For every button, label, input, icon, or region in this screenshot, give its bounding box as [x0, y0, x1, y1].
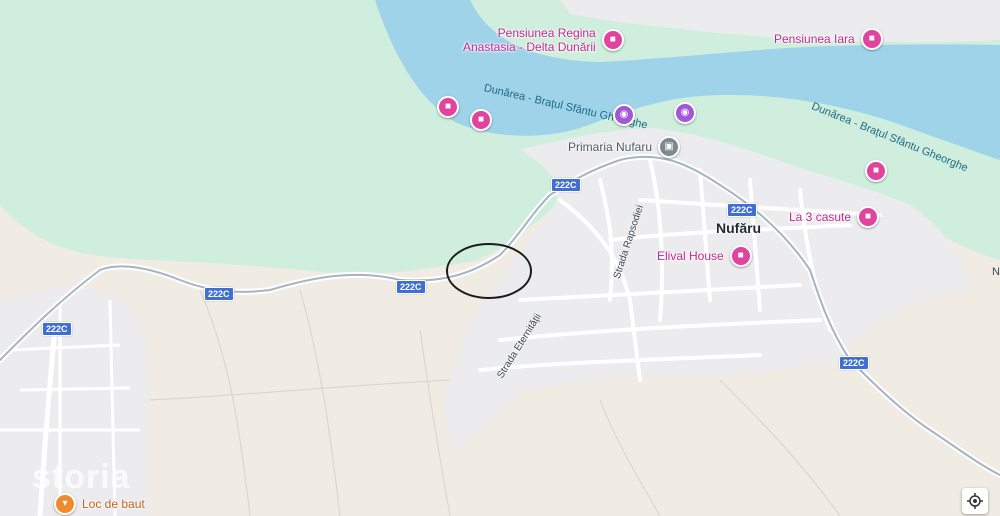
road-shield-222c: 222C — [396, 280, 426, 294]
map-canvas[interactable] — [0, 0, 1000, 516]
poi-label: Pensiunea Iara — [774, 32, 855, 46]
road-shield-222c: 222C — [551, 178, 581, 192]
poi-label: Elival House — [657, 249, 724, 263]
poi-primaria-nufaru[interactable]: Primaria Nufaru ▣ — [568, 136, 681, 158]
poi-marker[interactable]: ■ — [470, 109, 492, 131]
place-label-nufaru[interactable]: Nufăru — [716, 220, 761, 236]
bed-icon: ■ — [729, 245, 752, 267]
poi-pensiunea-regina-anastasia[interactable]: Pensiunea Regina Anastasia - Delta Dunăr… — [463, 26, 624, 54]
poi-la-3-casute[interactable]: La 3 casute ■ — [789, 206, 880, 228]
bed-icon: ■ — [865, 160, 887, 182]
road-shield-222c: 222C — [204, 287, 234, 301]
poi-marker[interactable]: ◉ — [613, 104, 635, 126]
city-hall-icon: ▣ — [658, 136, 681, 158]
poi-label: La 3 casute — [789, 210, 852, 224]
camera-icon: ◉ — [674, 102, 696, 124]
bed-icon: ■ — [470, 109, 492, 131]
poi-label: Primaria Nufaru — [568, 140, 653, 154]
road-shield-222c: 222C — [839, 356, 869, 370]
road-shield-222c: 222C — [727, 203, 757, 217]
bed-icon: ■ — [601, 29, 624, 51]
poi-label: Loc de baut — [82, 497, 145, 511]
poi-marker[interactable]: ■ — [865, 160, 887, 182]
poi-marker[interactable]: ◉ — [674, 102, 696, 124]
bed-icon: ■ — [437, 96, 459, 118]
poi-elival-house[interactable]: Elival House ■ — [657, 245, 752, 267]
storia-watermark: storia — [32, 458, 131, 496]
road-shield-222c: 222C — [42, 322, 72, 336]
my-location-button[interactable] — [962, 488, 988, 514]
camera-icon: ◉ — [613, 104, 635, 126]
poi-marker[interactable]: ■ — [437, 96, 459, 118]
my-location-icon — [967, 493, 983, 509]
poi-pensiunea-iara[interactable]: Pensiunea Iara ■ — [774, 28, 883, 50]
poi-label: Pensiunea Regina Anastasia - Delta Dunăr… — [463, 26, 596, 54]
bed-icon: ■ — [857, 206, 880, 228]
edge-label-fragment: N — [992, 266, 1000, 278]
bed-icon: ■ — [860, 28, 883, 50]
